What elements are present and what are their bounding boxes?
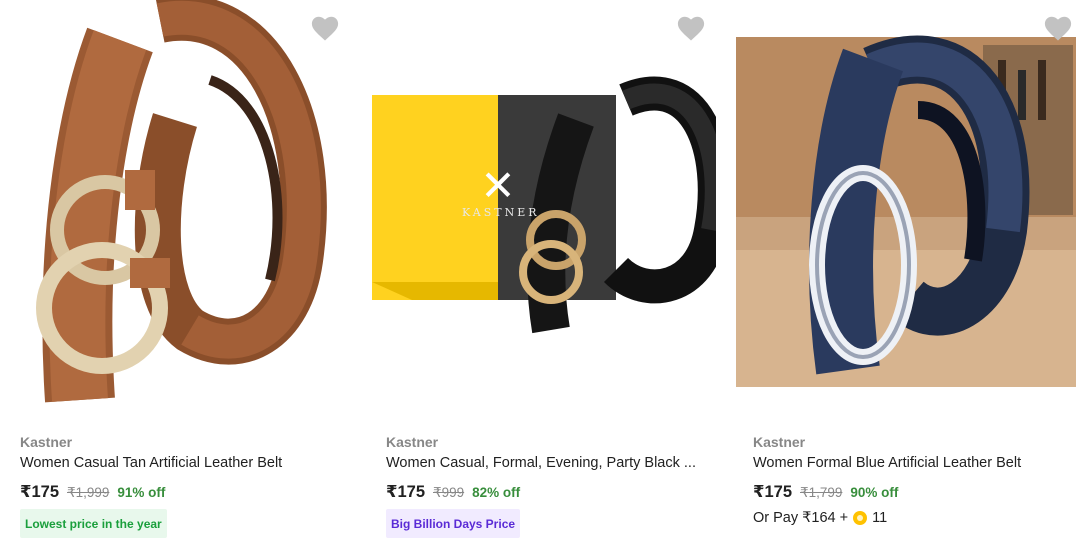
or-pay-text: Or Pay ₹164 + [753, 510, 849, 526]
box-brand-label: KASTNER [462, 206, 540, 219]
original-price: ₹1,999 [67, 485, 110, 500]
original-price: ₹1,799 [800, 485, 843, 500]
coin-count: 11 [872, 510, 888, 526]
discount-percent: 90% off [850, 485, 899, 500]
product-brand: Kastner [386, 434, 439, 450]
selling-price: ₹175 [753, 483, 793, 501]
coin-icon [853, 511, 868, 525]
product-title[interactable]: Women Casual, Formal, Evening, Party Bla… [386, 455, 706, 471]
product-title[interactable]: Women Casual Tan Artificial Leather Belt [20, 455, 340, 471]
wishlist-heart-icon[interactable] [310, 14, 340, 42]
offer-tag: Lowest price in the year [20, 509, 167, 538]
svg-text:✕: ✕ [480, 161, 515, 210]
product-grid: Kastner Women Casual Tan Artificial Leat… [0, 0, 1076, 546]
product-card[interactable]: ✕ KASTNER Kastner Women Casual, Formal, … [366, 0, 716, 546]
price-row: ₹175 ₹999 82% off [386, 482, 520, 502]
offer-tag: Big Billion Days Price [386, 509, 521, 538]
supercoin-offer: Or Pay ₹164 + 11 [753, 510, 887, 526]
selling-price: ₹175 [386, 483, 426, 501]
product-title[interactable]: Women Formal Blue Artificial Leather Bel… [753, 455, 1073, 471]
product-brand: Kastner [20, 434, 73, 450]
product-card[interactable]: Kastner Women Casual Tan Artificial Leat… [0, 0, 350, 546]
discount-percent: 91% off [117, 485, 166, 500]
price-row: ₹175 ₹1,799 90% off [753, 482, 898, 502]
price-row: ₹175 ₹1,999 91% off [20, 482, 165, 502]
wishlist-heart-icon[interactable] [676, 14, 706, 42]
product-image[interactable] [733, 0, 1076, 420]
selling-price: ₹175 [20, 483, 60, 501]
original-price: ₹999 [433, 485, 465, 500]
product-card[interactable]: Kastner Women Formal Blue Artificial Lea… [733, 0, 1076, 546]
product-image[interactable] [0, 0, 350, 420]
discount-percent: 82% off [472, 485, 521, 500]
wishlist-heart-icon[interactable] [1043, 14, 1073, 42]
product-brand: Kastner [753, 434, 806, 450]
product-image[interactable]: ✕ KASTNER [366, 0, 716, 420]
